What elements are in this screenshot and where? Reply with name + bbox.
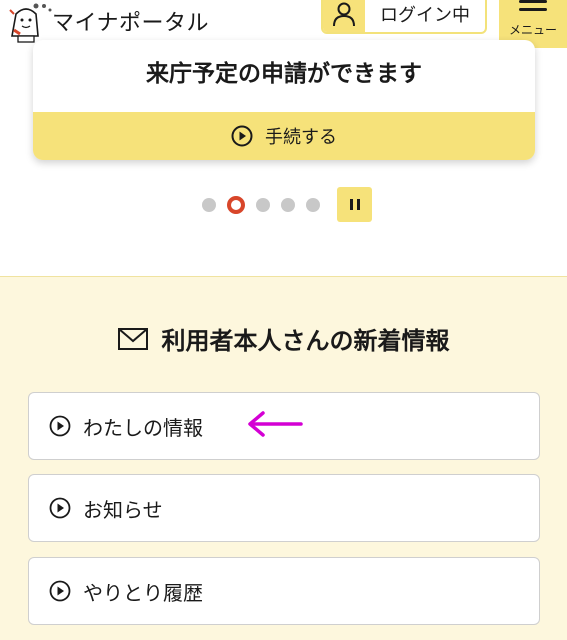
pause-icon	[349, 199, 353, 210]
carousel-dot[interactable]	[281, 198, 295, 212]
login-status-button[interactable]: ログイン中	[321, 0, 487, 34]
news-item-notices[interactable]: お知らせ	[28, 474, 540, 542]
news-item-label: お知らせ	[83, 497, 163, 522]
news-item-label: わたしの情報	[83, 415, 203, 440]
carousel-pause-button[interactable]	[337, 187, 372, 222]
brand-title[interactable]: マイナポータル	[52, 5, 209, 37]
login-status-label: ログイン中	[380, 5, 470, 26]
procedure-button[interactable]: 手続する	[33, 112, 535, 160]
carousel-indicators	[202, 195, 331, 215]
hamburger-icon	[519, 0, 547, 20]
news-heading: 利用者本人さんの新着情報	[0, 321, 567, 356]
annotation-arrow-icon	[248, 411, 303, 437]
news-item-label: やりとり履歴	[83, 580, 203, 605]
carousel-card: 来庁予定の申請ができます 手続する	[33, 40, 535, 160]
user-icon	[323, 0, 365, 32]
news-title: 利用者本人さんの新着情報	[161, 327, 450, 355]
play-circle-icon	[49, 415, 71, 437]
play-circle-icon	[231, 125, 253, 147]
carousel-dot[interactable]	[256, 198, 270, 212]
play-circle-icon	[49, 497, 71, 519]
mail-icon	[117, 327, 148, 350]
menu-label: メニュー	[508, 23, 557, 37]
news-item-exchange-history[interactable]: やりとり履歴	[28, 557, 540, 625]
carousel-dot-active[interactable]	[227, 196, 245, 214]
procedure-button-label: 手続する	[265, 127, 337, 148]
mascot-logo-icon[interactable]	[6, 0, 52, 44]
carousel-dot[interactable]	[202, 198, 216, 212]
play-circle-icon	[49, 580, 71, 602]
carousel-card-title: 来庁予定の申請ができます	[146, 61, 422, 87]
carousel-dot[interactable]	[306, 198, 320, 212]
